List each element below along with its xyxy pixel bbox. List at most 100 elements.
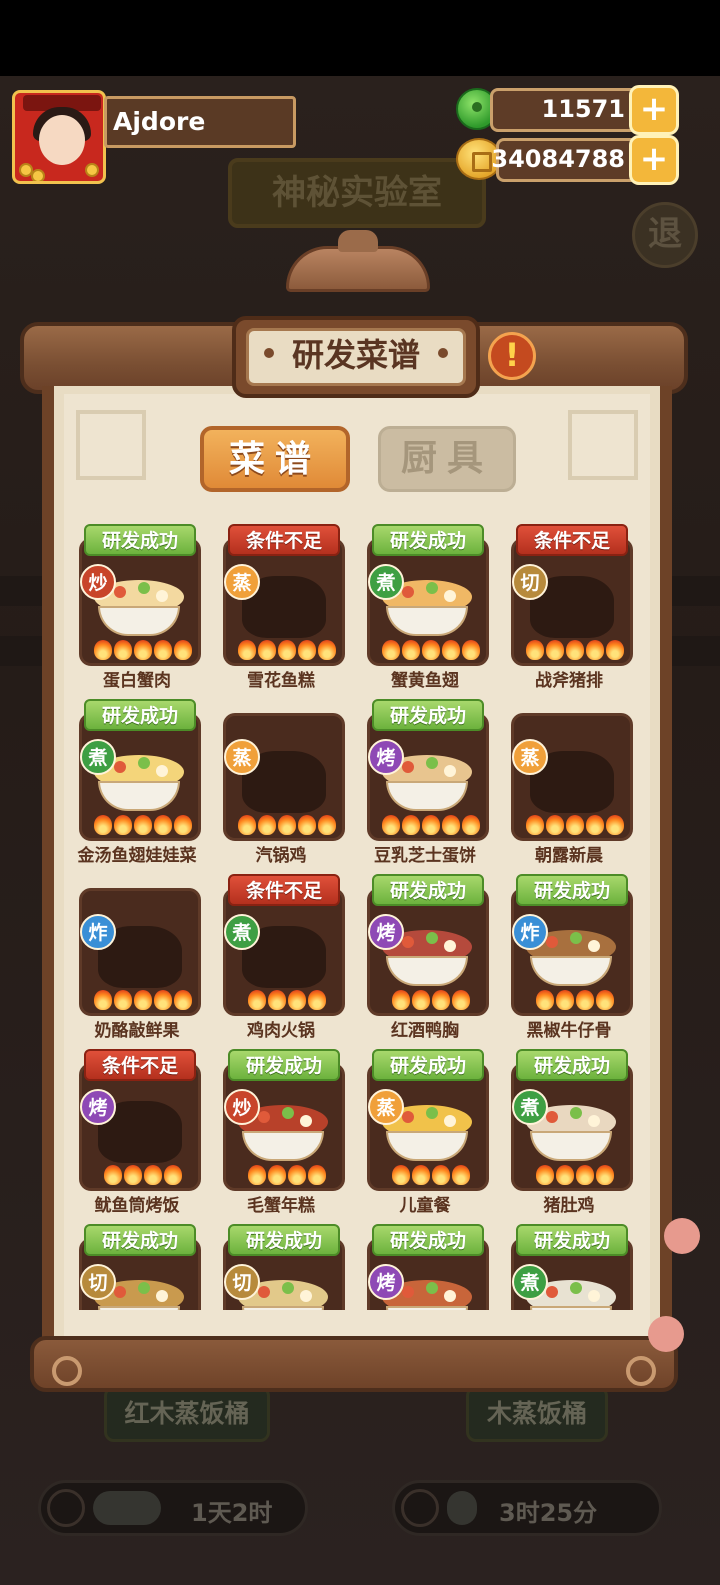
recipe-card[interactable]: 研发成功煮 bbox=[506, 1220, 633, 1310]
recipe-card[interactable]: 条件不足蒸雪花鱼糕 bbox=[218, 520, 345, 692]
recipe-card[interactable]: 研发成功炸黑椒牛仔骨 bbox=[506, 870, 633, 1042]
coin-deco-icon bbox=[31, 169, 45, 181]
flame-icon bbox=[154, 990, 172, 1010]
flame-icon bbox=[382, 815, 400, 835]
flame-icon bbox=[278, 815, 296, 835]
recipe-card[interactable]: 炸奶酪敲鲜果 bbox=[74, 870, 201, 1042]
garnish-icon bbox=[114, 1286, 126, 1298]
tab-recipes[interactable]: 菜谱 bbox=[200, 426, 350, 492]
flame-icon bbox=[298, 815, 316, 835]
cooking-method-badge: 切 bbox=[80, 1264, 116, 1300]
add-coins-button[interactable]: + bbox=[629, 135, 679, 185]
garnish-icon bbox=[444, 1290, 456, 1302]
garnish-icon bbox=[426, 1282, 438, 1294]
dish-bowl-icon bbox=[530, 1306, 612, 1310]
avatar[interactable] bbox=[12, 90, 106, 184]
flame-icon bbox=[526, 640, 544, 660]
cooking-method-badge: 烤 bbox=[368, 739, 404, 775]
difficulty-flames bbox=[238, 640, 338, 662]
flame-icon bbox=[164, 1165, 182, 1185]
recipe-card[interactable]: 蒸朝露新晨 bbox=[506, 695, 633, 867]
flame-icon bbox=[174, 990, 192, 1010]
recipe-card[interactable]: 条件不足煮鸡肉火锅 bbox=[218, 870, 345, 1042]
garnish-icon bbox=[570, 1107, 582, 1119]
fret-ornament bbox=[568, 410, 638, 480]
recipe-name: 鸡肉火锅 bbox=[247, 1021, 315, 1041]
cooking-method-badge: 炸 bbox=[80, 914, 116, 950]
recipe-card[interactable]: 研发成功烤红酒鸭胸 bbox=[362, 870, 489, 1042]
pot-lid-ornament bbox=[286, 230, 430, 292]
recipe-name: 红酒鸭胸 bbox=[391, 1021, 459, 1041]
flame-icon bbox=[442, 815, 460, 835]
flame-icon bbox=[308, 990, 326, 1010]
flame-icon bbox=[94, 640, 112, 660]
flame-icon bbox=[586, 640, 604, 660]
recipe-card[interactable]: 研发成功切 bbox=[218, 1220, 345, 1310]
flame-icon bbox=[134, 990, 152, 1010]
flame-icon bbox=[402, 815, 420, 835]
garnish-icon bbox=[570, 932, 582, 944]
recipe-card[interactable]: 研发成功蒸儿童餐 bbox=[362, 1045, 489, 1217]
recipe-card[interactable]: 研发成功切 bbox=[74, 1220, 201, 1310]
difficulty-flames bbox=[526, 640, 626, 662]
difficulty-flames bbox=[392, 1165, 492, 1187]
player-name: Ajdore bbox=[104, 96, 296, 148]
add-jade-button[interactable]: + bbox=[629, 85, 679, 135]
flame-icon bbox=[278, 640, 296, 660]
recipe-name: 雪花鱼糕 bbox=[247, 671, 315, 691]
coin-value: 34084788 bbox=[491, 145, 625, 173]
flame-icon bbox=[114, 640, 132, 660]
recipe-card[interactable]: 研发成功烤豆乳芝士蛋饼 bbox=[362, 695, 489, 867]
recipe-name: 毛蟹年糕 bbox=[247, 1196, 315, 1216]
recipe-card[interactable]: 条件不足切战斧猪排 bbox=[506, 520, 633, 692]
flame-icon bbox=[412, 990, 430, 1010]
flame-icon bbox=[412, 1165, 430, 1185]
flame-icon bbox=[382, 640, 400, 660]
exit-button[interactable]: 退 bbox=[632, 202, 698, 268]
tab-utensils[interactable]: 厨具 bbox=[378, 426, 516, 492]
garnish-icon bbox=[588, 940, 600, 952]
garnish-icon bbox=[138, 757, 150, 769]
garnish-icon bbox=[114, 761, 126, 773]
flame-icon bbox=[392, 1165, 410, 1185]
status-badge-success: 研发成功 bbox=[84, 1224, 196, 1256]
recipe-card[interactable]: 研发成功炒毛蟹年糕 bbox=[218, 1045, 345, 1217]
status-badge-insufficient: 条件不足 bbox=[516, 524, 628, 556]
recipe-name: 蟹黄鱼翅 bbox=[391, 671, 459, 691]
garnish-icon bbox=[402, 761, 414, 773]
scroll-bottom-rod bbox=[30, 1336, 678, 1392]
cooking-method-badge: 煮 bbox=[512, 1089, 548, 1125]
recipe-card[interactable]: 蒸汽锅鸡 bbox=[218, 695, 345, 867]
garnish-icon bbox=[402, 936, 414, 948]
flame-icon bbox=[154, 640, 172, 660]
garnish-icon bbox=[444, 940, 456, 952]
difficulty-flames bbox=[104, 1165, 204, 1187]
recipe-name: 战斧猪排 bbox=[535, 671, 603, 691]
recipe-card[interactable]: 研发成功煮蟹黄鱼翅 bbox=[362, 520, 489, 692]
difficulty-flames bbox=[536, 1165, 636, 1187]
recipe-name: 猪肚鸡 bbox=[543, 1196, 595, 1216]
recipe-card[interactable]: 研发成功煮猪肚鸡 bbox=[506, 1045, 633, 1217]
flame-icon bbox=[318, 640, 336, 660]
garnish-icon bbox=[402, 1286, 414, 1298]
garnish-icon bbox=[402, 586, 414, 598]
status-badge-success: 研发成功 bbox=[84, 524, 196, 556]
status-badge-insufficient: 条件不足 bbox=[228, 874, 340, 906]
cooking-method-badge: 切 bbox=[512, 564, 548, 600]
recipe-card[interactable]: 研发成功烤 bbox=[362, 1220, 489, 1310]
dish-bowl-icon bbox=[242, 1306, 324, 1310]
flame-icon bbox=[586, 815, 604, 835]
flame-icon bbox=[422, 640, 440, 660]
recipe-card[interactable]: 研发成功煮金汤鱼翅娃娃菜 bbox=[74, 695, 201, 867]
recipe-card[interactable]: 条件不足烤鱿鱼筒烤饭 bbox=[74, 1045, 201, 1217]
flame-icon bbox=[114, 815, 132, 835]
recipe-name: 黑椒牛仔骨 bbox=[526, 1021, 612, 1041]
clock-icon bbox=[47, 1489, 85, 1527]
cooking-method-badge: 蒸 bbox=[224, 564, 260, 600]
info-icon[interactable]: ! bbox=[488, 332, 536, 380]
jade-counter: 11571 + bbox=[490, 85, 679, 135]
recipe-card[interactable]: 研发成功炒蛋白蟹肉 bbox=[74, 520, 201, 692]
cooking-method-badge: 切 bbox=[224, 1264, 260, 1300]
flame-icon bbox=[238, 640, 256, 660]
recipe-name: 豆乳芝士蛋饼 bbox=[374, 846, 476, 866]
